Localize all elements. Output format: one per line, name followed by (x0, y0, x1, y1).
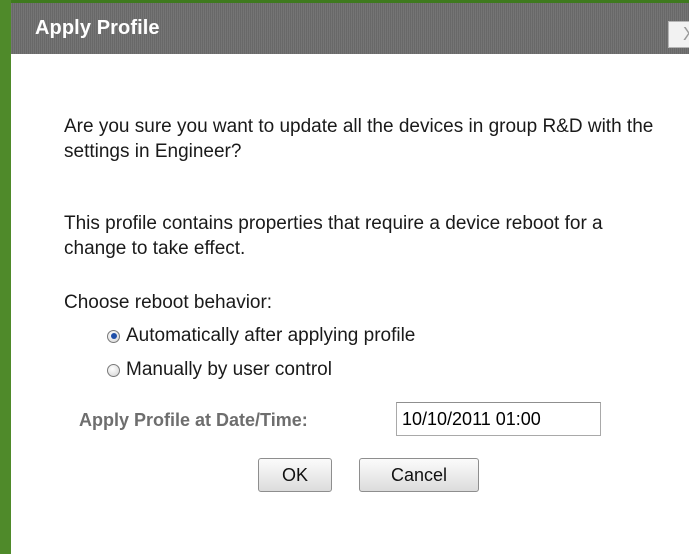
dialog-title-bar: Apply Profile (11, 0, 689, 54)
datetime-input[interactable] (396, 402, 601, 436)
reboot-option-automatic[interactable]: Automatically after applying profile (107, 324, 415, 348)
cancel-button[interactable]: Cancel (359, 458, 479, 492)
apply-profile-dialog: Apply Profile X Are you sure you want to… (0, 0, 689, 554)
close-button[interactable]: X (668, 21, 689, 48)
ok-button[interactable]: OK (258, 458, 332, 492)
radio-manual-label[interactable]: Manually by user control (126, 359, 332, 381)
reboot-option-manual[interactable]: Manually by user control (107, 358, 332, 382)
close-icon[interactable]: X (683, 24, 689, 44)
dialog-title: Apply Profile (35, 17, 160, 39)
confirmation-message: Are you sure you want to update all the … (64, 116, 654, 162)
reboot-behavior-label: Choose reboot behavior: (64, 292, 273, 313)
radio-manual[interactable] (107, 363, 120, 377)
datetime-label: Apply Profile at Date/Time: (79, 410, 308, 430)
reboot-warning-message: This profile contains properties that re… (64, 213, 603, 259)
radio-automatic[interactable] (107, 329, 120, 343)
radio-automatic-label[interactable]: Automatically after applying profile (126, 325, 415, 347)
